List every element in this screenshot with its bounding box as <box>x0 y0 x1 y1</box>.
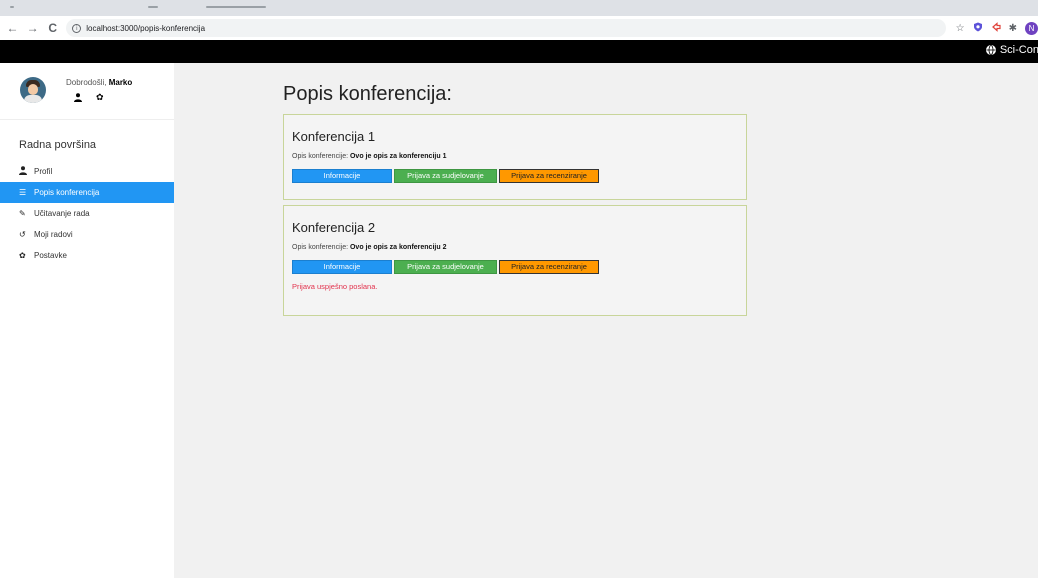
review-button[interactable]: Prijava za recenziranje <box>499 169 599 183</box>
user-icon[interactable] <box>74 93 82 104</box>
sidebar-item-label: Moji radovi <box>34 230 73 239</box>
gear-icon: ✿ <box>19 251 26 260</box>
user-icon <box>19 166 29 177</box>
sidebar-item-ucitavanje-rada[interactable]: ✎ Učitavanje rada <box>0 203 174 224</box>
arrow-extension-icon[interactable] <box>991 21 1001 35</box>
sidebar-item-moji-radovi[interactable]: ↺ Moji radovi <box>0 224 174 245</box>
tab-ghost <box>148 6 158 8</box>
sidebar-item-popis-konferencija[interactable]: ☰ Popis konferencija <box>0 182 174 203</box>
globe-icon <box>985 45 996 55</box>
brand[interactable]: Sci-Conf <box>985 44 1038 56</box>
conference-description: Opis konferencije: Ovo je opis za konfer… <box>292 244 738 254</box>
history-icon: ↺ <box>19 230 26 239</box>
profile-panel: Dobrodošli, Marko ✿ <box>0 63 174 120</box>
forward-button[interactable]: → <box>25 20 40 36</box>
browser-profile-avatar[interactable]: N <box>1025 21 1038 35</box>
description-text: Ovo je opis za konferenciju 1 <box>349 153 447 160</box>
welcome-text: Dobrodošli, Marko <box>66 78 132 87</box>
section-title: Radna površina <box>19 139 97 151</box>
extensions-area: ☆ ✱ N <box>956 21 1038 35</box>
info-button[interactable]: Informacije <box>292 169 392 183</box>
sidebar-item-postavke[interactable]: ✿ Postavke <box>0 245 174 266</box>
address-bar[interactable]: i localhost:3000/popis-konferencija <box>66 19 946 37</box>
review-button[interactable]: Prijava za recenziranje <box>499 260 599 274</box>
reload-button[interactable]: C <box>45 20 60 36</box>
main-content: Popis konferencija: Konferencija 1 Opis … <box>174 63 1038 578</box>
brand-name: Sci-Conf <box>999 44 1038 56</box>
welcome-prefix: Dobrodošli, <box>66 78 107 87</box>
info-button[interactable]: Informacije <box>292 260 392 274</box>
bookmark-star-icon[interactable]: ☆ <box>956 23 965 34</box>
list-icon: ☰ <box>19 188 27 197</box>
sidebar-item-label: Popis konferencija <box>34 188 100 197</box>
avatar <box>20 77 46 103</box>
sidebar: Dobrodošli, Marko ✿ Radna površina Profi… <box>0 63 174 578</box>
sidebar-item-profil[interactable]: Profil <box>0 161 174 182</box>
conference-title: Konferencija 2 <box>292 220 376 235</box>
sidebar-item-label: Učitavanje rada <box>34 209 90 218</box>
participate-button[interactable]: Prijava za sudjelovanje <box>394 260 497 274</box>
conference-card: Konferencija 2 Opis konferencije: Ovo je… <box>283 205 747 316</box>
profile-actions: ✿ <box>74 93 104 104</box>
browser-tab-strip <box>0 0 1038 16</box>
description-text: Ovo je opis za konferenciju 2 <box>349 244 447 251</box>
conference-actions: Informacije Prijava za sudjelovanje Prij… <box>292 169 738 183</box>
conference-actions: Informacije Prijava za sudjelovanje Prij… <box>292 260 738 274</box>
conference-card: Konferencija 1 Opis konferencije: Ovo je… <box>283 114 747 200</box>
description-label: Opis konferencije: <box>292 153 349 160</box>
shield-extension-icon[interactable] <box>973 22 983 35</box>
conference-description: Opis konferencije: Ovo je opis za konfer… <box>292 153 738 163</box>
url-text: localhost:3000/popis-konferencija <box>86 23 206 33</box>
sidebar-item-label: Postavke <box>34 251 67 260</box>
back-button[interactable]: ← <box>5 20 20 36</box>
sidebar-item-label: Profil <box>34 167 53 176</box>
gear-icon[interactable]: ✿ <box>96 93 104 104</box>
conference-title: Konferencija 1 <box>292 129 376 144</box>
edit-icon: ✎ <box>19 209 26 218</box>
page-title: Popis konferencija: <box>283 83 452 105</box>
sidebar-menu: Profil ☰ Popis konferencija ✎ Učitavanje… <box>0 161 174 266</box>
tab-ghost <box>10 6 14 8</box>
status-message: Prijava uspješno poslana. <box>292 282 378 291</box>
app-header: Sci-Conf <box>0 40 1038 63</box>
puzzle-icon[interactable]: ✱ <box>1009 23 1017 34</box>
info-icon[interactable]: i <box>72 23 82 33</box>
browser-toolbar: ← → C i localhost:3000/popis-konferencij… <box>0 16 1038 40</box>
tab-ghost <box>206 6 266 8</box>
description-label: Opis konferencije: <box>292 244 349 251</box>
participate-button[interactable]: Prijava za sudjelovanje <box>394 169 497 183</box>
user-name: Marko <box>108 78 133 87</box>
